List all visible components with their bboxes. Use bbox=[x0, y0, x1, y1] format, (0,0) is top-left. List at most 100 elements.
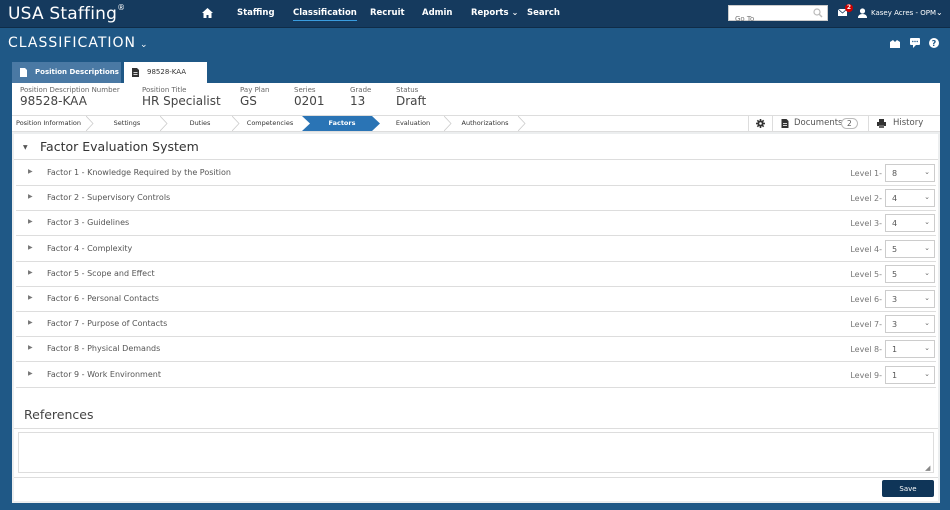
brand-logo[interactable]: USA Staffing® bbox=[8, 3, 126, 24]
caret-right-icon[interactable]: ▶ bbox=[28, 269, 33, 276]
tab-label: 98528-KAA bbox=[147, 68, 187, 76]
feedback-icon[interactable] bbox=[910, 38, 920, 48]
caret-right-icon[interactable]: ▶ bbox=[28, 193, 33, 200]
nav-recruit[interactable]: Recruit bbox=[370, 8, 405, 18]
save-button[interactable]: Save bbox=[882, 480, 934, 497]
factor-label[interactable]: Factor 5 - Scope and Effect bbox=[47, 269, 155, 278]
field-label: Position Description Number bbox=[20, 86, 120, 94]
nav-staffing[interactable]: Staffing bbox=[237, 8, 275, 18]
divider bbox=[14, 428, 938, 429]
goto-search bbox=[728, 5, 828, 26]
step-authorizations[interactable]: Authorizations bbox=[452, 116, 518, 131]
caret-right-icon[interactable]: ▶ bbox=[28, 370, 33, 377]
field-value: 98528-KAA bbox=[20, 94, 87, 108]
inbox-icon[interactable] bbox=[890, 39, 900, 49]
goto-input[interactable] bbox=[729, 12, 811, 26]
documents-button[interactable]: Documents 2 bbox=[772, 116, 868, 131]
caret-right-icon[interactable]: ▶ bbox=[28, 319, 33, 326]
nav-reports[interactable]: Reports ⌄ bbox=[471, 8, 518, 18]
level-label: Level 5- bbox=[850, 269, 882, 279]
references-title: References bbox=[24, 407, 94, 422]
user-menu[interactable]: Kasey Acres - OPM bbox=[871, 9, 936, 17]
document-icon bbox=[20, 68, 27, 77]
level-select[interactable]: 1 ⌄ bbox=[885, 340, 935, 359]
caret-down-icon: ▼ bbox=[23, 144, 28, 151]
step-settings[interactable]: Settings bbox=[94, 116, 160, 131]
chevron-down-icon: ⌄ bbox=[511, 8, 519, 17]
caret-right-icon[interactable]: ▶ bbox=[28, 344, 33, 351]
references-textarea[interactable] bbox=[18, 432, 934, 473]
field-value: Draft bbox=[396, 94, 427, 108]
history-label: History bbox=[893, 118, 924, 128]
step-factors[interactable]: Factors bbox=[310, 116, 374, 131]
level-select[interactable]: 4 ⌄ bbox=[885, 214, 935, 233]
level-select[interactable]: 5 ⌄ bbox=[885, 239, 935, 258]
factor-label[interactable]: Factor 3 - Guidelines bbox=[47, 218, 129, 227]
factor-label[interactable]: Factor 9 - Work Environment bbox=[47, 370, 161, 379]
level-value: 4 bbox=[892, 219, 898, 229]
caret-right-icon[interactable]: ▶ bbox=[28, 294, 33, 301]
level-label: Level 4- bbox=[850, 244, 882, 254]
caret-right-icon[interactable]: ▶ bbox=[28, 218, 33, 225]
step-competencies[interactable]: Competencies bbox=[240, 116, 300, 131]
position-title-field: Position Title HR Specialist bbox=[142, 86, 221, 108]
level-select[interactable]: 5 ⌄ bbox=[885, 264, 935, 283]
factor-evaluation-section: ▼ Factor Evaluation System ▶ Factor 1 - K… bbox=[14, 134, 938, 501]
factor-label[interactable]: Factor 1 - Knowledge Required by the Pos… bbox=[47, 168, 231, 177]
level-select[interactable]: 1 ⌄ bbox=[885, 365, 935, 384]
field-label: Series bbox=[294, 86, 316, 94]
tab-label: Position Descriptions bbox=[35, 68, 119, 76]
caret-right-icon[interactable]: ▶ bbox=[28, 168, 33, 175]
settings-button[interactable] bbox=[748, 116, 772, 131]
field-value: 13 bbox=[350, 94, 366, 108]
fes-header[interactable]: ▼ Factor Evaluation System bbox=[14, 134, 938, 160]
level-label: Level 8- bbox=[850, 345, 882, 355]
level-select[interactable]: 3 ⌄ bbox=[885, 290, 935, 308]
nav-search[interactable]: Search bbox=[527, 8, 560, 18]
level-select[interactable]: 8 ⌄ bbox=[885, 164, 935, 182]
field-value: GS bbox=[240, 94, 257, 108]
resize-handle-icon[interactable]: ◢ bbox=[925, 464, 930, 472]
document-icon bbox=[781, 119, 789, 128]
factor-label[interactable]: Factor 8 - Physical Demands bbox=[47, 344, 160, 353]
factor-row: ▶ Factor 2 - Supervisory Controls Level 2-… bbox=[16, 186, 936, 212]
series-field: Series 0201 bbox=[294, 86, 325, 108]
step-duties[interactable]: Duties bbox=[168, 116, 232, 131]
brand-mark: ® bbox=[117, 3, 126, 12]
field-label: Position Title bbox=[142, 86, 187, 94]
factor-label[interactable]: Factor 7 - Purpose of Contacts bbox=[47, 319, 167, 328]
factor-row: ▶ Factor 1 - Knowledge Required by the Po… bbox=[16, 161, 936, 186]
nav-reports-label: Reports bbox=[471, 8, 509, 18]
chevron-down-icon: ⌄ bbox=[924, 294, 930, 302]
nav-classification[interactable]: Classification bbox=[293, 8, 357, 21]
nav-admin[interactable]: Admin bbox=[422, 8, 453, 18]
tab-position-descriptions[interactable]: Position Descriptions bbox=[12, 62, 121, 83]
factor-row: ▶ Factor 9 - Work Environment Level 9- 1 ⌄ bbox=[16, 363, 936, 388]
help-icon[interactable]: ? bbox=[929, 38, 939, 48]
level-label: Level 2- bbox=[850, 194, 882, 204]
level-value: 3 bbox=[892, 295, 898, 304]
level-value: 5 bbox=[892, 244, 898, 254]
user-icon bbox=[858, 8, 867, 18]
chevron-down-icon: ⌄ bbox=[924, 243, 930, 252]
chevron-down-icon: ⌄ bbox=[924, 369, 930, 378]
chevron-down-icon[interactable]: ⌄ bbox=[936, 8, 943, 17]
search-icon[interactable] bbox=[813, 8, 823, 18]
history-button[interactable]: History bbox=[868, 116, 940, 131]
step-separator bbox=[232, 116, 240, 131]
module-title[interactable]: CLASSIFICATION ⌄ bbox=[8, 35, 149, 51]
mail-count-badge: 2 bbox=[845, 4, 853, 12]
tab-current-pd[interactable]: 98528-KAA bbox=[124, 62, 207, 83]
factor-label[interactable]: Factor 6 - Personal Contacts bbox=[47, 294, 159, 303]
step-position-information[interactable]: Position Information bbox=[16, 116, 86, 131]
home-icon[interactable] bbox=[202, 8, 213, 18]
level-label: Level 1- bbox=[850, 169, 882, 178]
factor-label[interactable]: Factor 2 - Supervisory Controls bbox=[47, 193, 170, 202]
step-evaluation[interactable]: Evaluation bbox=[382, 116, 444, 131]
level-select[interactable]: 4 ⌄ bbox=[885, 189, 935, 208]
caret-right-icon[interactable]: ▶ bbox=[28, 244, 33, 251]
factor-label[interactable]: Factor 4 - Complexity bbox=[47, 244, 132, 253]
divider bbox=[14, 477, 938, 478]
level-select[interactable]: 3 ⌄ bbox=[885, 315, 935, 334]
level-value: 1 bbox=[892, 345, 898, 355]
